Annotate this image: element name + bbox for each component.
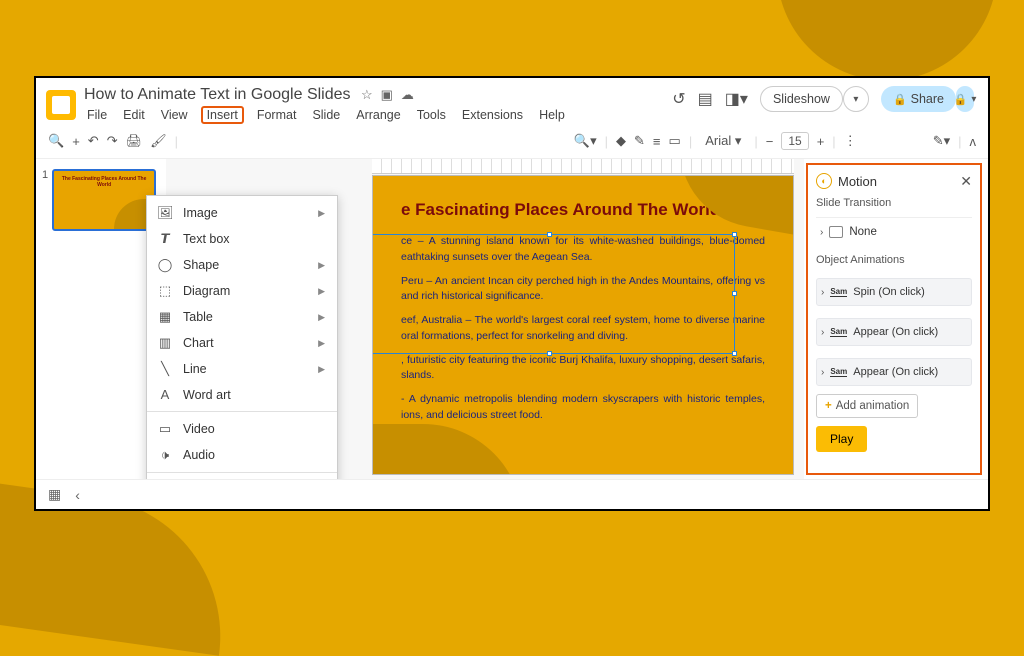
selection-box[interactable]	[372, 234, 735, 354]
menu-format[interactable]: Format	[254, 106, 300, 124]
star-icon[interactable]: ☆	[361, 87, 373, 103]
toolbar: 🔍 + ↶ ↷ 🖨 🖌 | 🔍▾ | ◆ ✎ ≡ ▭ | Arial ▾ | −…	[36, 126, 988, 159]
menu-tools[interactable]: Tools	[414, 106, 449, 124]
title-bar: How to Animate Text in Google Slides ☆ ▣…	[36, 78, 988, 126]
insert-video[interactable]: ▭Video	[147, 416, 337, 442]
motion-panel: ✕ ◐ Motion Slide Transition ›None Object …	[806, 163, 982, 475]
object-animations-label: Object Animations	[816, 254, 972, 266]
menu-file[interactable]: File	[84, 106, 110, 124]
border-dash-icon[interactable]: ▭	[669, 133, 681, 149]
new-slide-icon[interactable]: +	[72, 134, 80, 149]
workspace: 1 The Fascinating Places Around The Worl…	[36, 159, 988, 479]
print-icon[interactable]: 🖨	[126, 133, 143, 149]
menu-arrange[interactable]: Arrange	[353, 106, 403, 124]
animation-appear-2[interactable]: ›SamAppear (On click)	[816, 358, 972, 386]
insert-shape[interactable]: ◯Shape▶	[147, 252, 337, 278]
insert-diagram[interactable]: ⬚Diagram▶	[147, 278, 337, 304]
undo-icon[interactable]: ↶	[88, 133, 99, 149]
slide-transition-label: Slide Transition	[816, 197, 972, 209]
border-weight-icon[interactable]: ≡	[653, 134, 661, 149]
menu-extensions[interactable]: Extensions	[459, 106, 526, 124]
fill-color-icon[interactable]: ◆	[616, 133, 626, 149]
border-color-icon[interactable]: ✎	[634, 133, 645, 149]
search-icon[interactable]: 🔍	[48, 133, 64, 149]
cloud-icon[interactable]: ☁	[401, 87, 414, 103]
horizontal-ruler	[372, 159, 794, 174]
menu-help[interactable]: Help	[536, 106, 568, 124]
slideshow-button[interactable]: Slideshow	[760, 86, 843, 112]
more-tools-icon[interactable]: ⋮	[844, 133, 857, 149]
menu-insert[interactable]: Insert	[201, 106, 244, 124]
move-icon[interactable]: ▣	[381, 87, 393, 103]
slide-p4[interactable]: , futuristic city featuring the iconic B…	[401, 353, 765, 385]
slide-p5[interactable]: - A dynamic metropolis blending modern s…	[401, 392, 765, 424]
play-button[interactable]: Play	[816, 426, 867, 452]
slideshow-dropdown[interactable]: ▾	[843, 86, 869, 112]
add-animation-button[interactable]: Add animation	[816, 394, 918, 418]
animation-spin[interactable]: ›SamSpin (On click)	[816, 278, 972, 306]
menu-slide[interactable]: Slide	[309, 106, 343, 124]
insert-chart[interactable]: ▥Chart▶	[147, 330, 337, 356]
insert-wordart[interactable]: AWord art	[147, 382, 337, 407]
font-size-input[interactable]: 15	[781, 132, 808, 150]
google-slides-app: How to Animate Text in Google Slides ☆ ▣…	[34, 76, 990, 511]
slides-logo-icon	[46, 90, 76, 120]
share-button[interactable]: Share	[881, 86, 956, 112]
hide-menus-icon[interactable]: ʌ	[970, 134, 977, 149]
insert-textbox[interactable]: 𝙏Text box	[147, 226, 337, 252]
close-icon[interactable]: ✕	[960, 173, 972, 190]
history-icon[interactable]: ↺	[672, 89, 685, 109]
document-title[interactable]: How to Animate Text in Google Slides	[84, 86, 351, 103]
menu-bar: File Edit View Insert Format Slide Arran…	[84, 106, 568, 124]
insert-menu-dropdown: 🖼Image▶ 𝙏Text box ◯Shape▶ ⬚Diagram▶ ▦Tab…	[146, 195, 338, 479]
redo-icon[interactable]: ↷	[107, 133, 118, 149]
insert-audio[interactable]: 🕩Audio	[147, 442, 337, 468]
transition-none-row[interactable]: ›None	[816, 217, 972, 246]
font-plus[interactable]: +	[817, 134, 825, 149]
slide-thumbnail-1[interactable]: The Fascinating Places Around The World	[52, 169, 156, 231]
share-dropdown[interactable]: ▾	[956, 86, 974, 112]
animation-appear-1[interactable]: ›SamAppear (On click)	[816, 318, 972, 346]
thumb-number: 1	[42, 169, 48, 181]
prev-slide-icon[interactable]: ‹	[75, 487, 80, 503]
comments-icon[interactable]: ▤	[698, 89, 713, 109]
font-minus[interactable]: −	[766, 134, 774, 149]
motion-title: Motion	[838, 174, 877, 189]
slide-icon	[829, 226, 843, 238]
editing-mode-icon[interactable]: ✎▾	[933, 133, 950, 149]
bottom-bar: ▦ ‹	[36, 479, 988, 509]
insert-image[interactable]: 🖼Image▶	[147, 200, 337, 226]
insert-special-chars[interactable]: ΩSpecial characters	[147, 477, 337, 479]
motion-icon: ◐	[816, 173, 832, 189]
menu-edit[interactable]: Edit	[120, 106, 148, 124]
paint-icon[interactable]: 🖌	[150, 133, 167, 149]
zoom-icon[interactable]: 🔍▾	[574, 133, 597, 149]
slide-canvas[interactable]: e Fascinating Places Around The World ce…	[372, 175, 794, 475]
meet-icon[interactable]: ◨▾	[725, 89, 748, 109]
thumb-title: The Fascinating Places Around The World	[60, 177, 148, 188]
font-select[interactable]: Arial ▾	[700, 130, 746, 152]
menu-view[interactable]: View	[158, 106, 191, 124]
insert-table[interactable]: ▦Table▶	[147, 304, 337, 330]
insert-line[interactable]: ╲Line▶	[147, 356, 337, 382]
grid-view-icon[interactable]: ▦	[48, 486, 61, 503]
